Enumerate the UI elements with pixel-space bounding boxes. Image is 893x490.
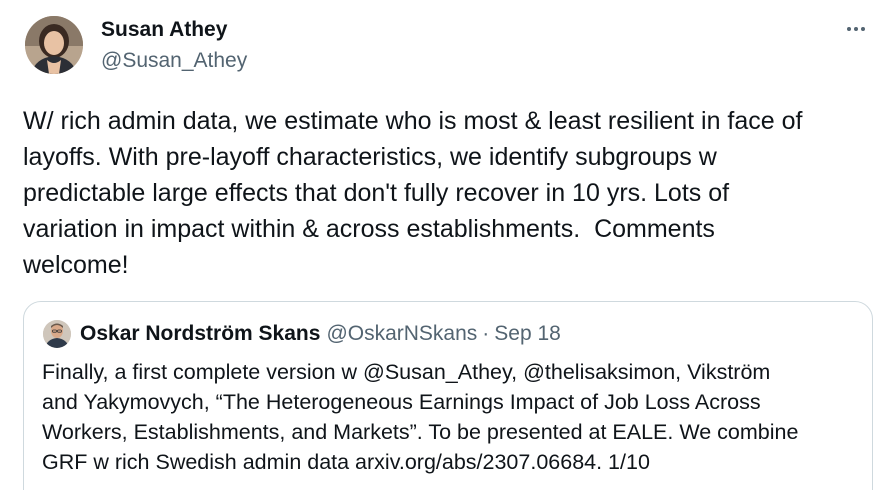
more-horizontal-icon bbox=[847, 27, 865, 31]
author-handle[interactable]: @Susan_Athey bbox=[101, 49, 247, 73]
quoted-text-line: Workers, Establishments, and Markets”. T… bbox=[42, 420, 799, 444]
author-avatar[interactable] bbox=[25, 16, 83, 74]
tweet-text-line: variation in impact within & across esta… bbox=[23, 215, 715, 243]
quoted-author-avatar[interactable] bbox=[43, 320, 71, 348]
quoted-tweet-card[interactable]: Oskar Nordström Skans @OskarNSkans · Sep… bbox=[23, 301, 873, 490]
tweet-text-line: welcome! bbox=[23, 251, 129, 279]
quoted-tweet-date[interactable]: Sep 18 bbox=[494, 322, 561, 346]
tweet-text-line: predictable large effects that don't ful… bbox=[23, 179, 730, 207]
quoted-text-line: Finally, a first complete version w @Sus… bbox=[42, 360, 771, 384]
person-photo-icon bbox=[43, 320, 71, 348]
quoted-tweet-header: Oskar Nordström Skans @OskarNSkans · Sep… bbox=[43, 320, 561, 348]
separator-dot: · bbox=[482, 322, 490, 345]
tweet-text-line: layoffs. With pre-layoff characteristics… bbox=[23, 143, 717, 171]
tweet-text: W/ rich admin data, we estimate who is m… bbox=[23, 103, 873, 283]
quoted-tweet-text: Finally, a first complete version w @Sus… bbox=[42, 357, 862, 477]
person-photo-icon bbox=[25, 16, 83, 74]
quoted-text-line: GRF w rich Swedish admin data arxiv.org/… bbox=[42, 450, 650, 474]
quoted-author-name[interactable]: Oskar Nordström Skans bbox=[80, 322, 320, 346]
quoted-author-handle[interactable]: @OskarNSkans bbox=[326, 322, 477, 346]
tweet-text-line: W/ rich admin data, we estimate who is m… bbox=[23, 107, 803, 135]
tweet: Susan Athey @Susan_Athey W/ rich admin d… bbox=[0, 0, 893, 490]
more-options-button[interactable] bbox=[841, 14, 871, 44]
author-name[interactable]: Susan Athey bbox=[101, 18, 227, 42]
quoted-text-line: and Yakymovych, “The Heterogeneous Earni… bbox=[42, 390, 761, 414]
